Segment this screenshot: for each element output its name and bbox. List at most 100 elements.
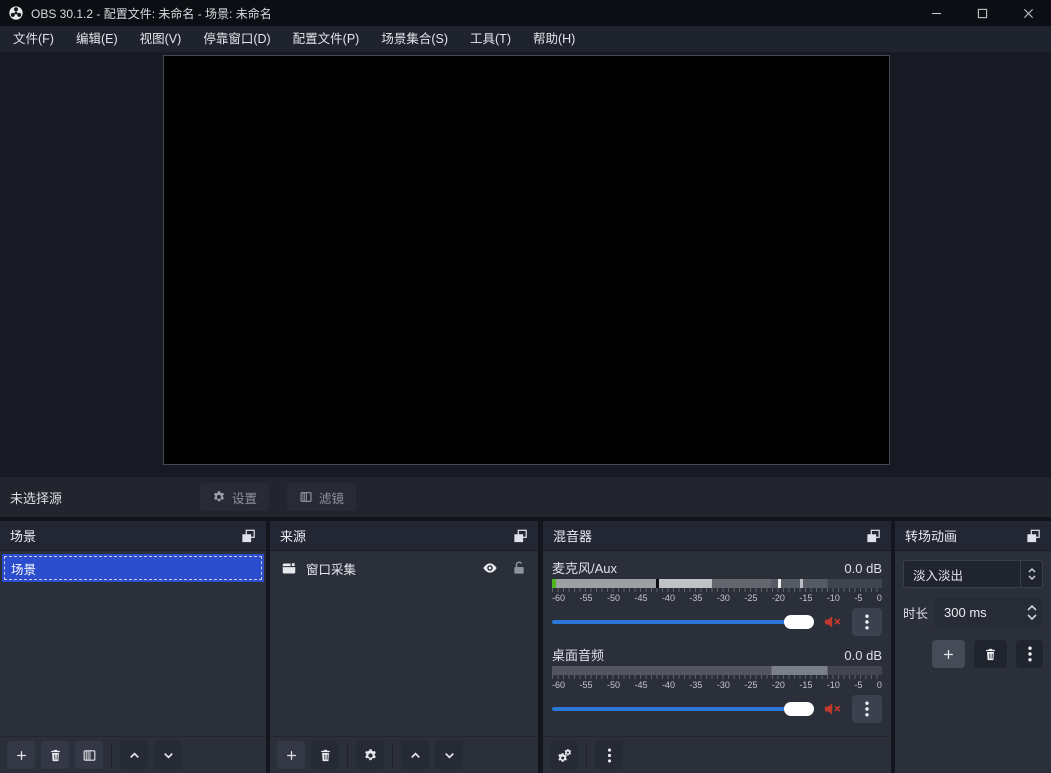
source-item[interactable]: 窗口采集 bbox=[270, 552, 538, 584]
remove-source-button[interactable] bbox=[311, 741, 339, 769]
close-button[interactable] bbox=[1005, 0, 1051, 26]
menu-item-profile[interactable]: 配置文件(P) bbox=[282, 26, 371, 52]
source-move-down-button[interactable] bbox=[435, 741, 463, 769]
volume-slider[interactable] bbox=[552, 615, 814, 629]
toolbar-separator bbox=[111, 743, 112, 767]
channel-name: 麦克风/Aux bbox=[552, 558, 617, 577]
scene-item[interactable]: 场景 bbox=[2, 554, 264, 582]
meter-scale: -60 -55 -50 -45 -40 -35 -30 -25 -20 -15 … bbox=[552, 680, 882, 691]
tick-label: -25 bbox=[744, 593, 757, 604]
duration-value: 300 ms bbox=[944, 605, 987, 620]
chevron-down-icon bbox=[161, 748, 176, 763]
tick-label: -15 bbox=[799, 680, 812, 691]
speaker-mute-icon[interactable] bbox=[823, 614, 843, 630]
scene-move-down-button[interactable] bbox=[154, 741, 182, 769]
transition-select[interactable]: 淡入淡出 bbox=[903, 560, 1043, 588]
popout-icon[interactable] bbox=[866, 529, 881, 543]
tick-label: -45 bbox=[634, 680, 647, 691]
channel-menu-button[interactable] bbox=[852, 608, 882, 636]
tick-label: -35 bbox=[689, 593, 702, 604]
menu-item-view[interactable]: 视图(V) bbox=[129, 26, 193, 52]
transitions-panel-header[interactable]: 转场动画 bbox=[895, 521, 1051, 551]
sources-panel: 来源 窗口采集 bbox=[270, 521, 538, 773]
scenes-panel-header[interactable]: 场景 bbox=[0, 521, 266, 551]
slider-handle[interactable] bbox=[784, 702, 814, 716]
slider-handle[interactable] bbox=[784, 615, 814, 629]
mixer-menu-button[interactable] bbox=[595, 741, 623, 769]
add-transition-button[interactable] bbox=[932, 640, 965, 668]
slider-track bbox=[552, 707, 814, 711]
kebab-icon bbox=[1027, 646, 1033, 662]
menubar: 文件(F) 编辑(E) 视图(V) 停靠窗口(D) 配置文件(P) 场景集合(S… bbox=[0, 26, 1051, 52]
spinner-up-icon[interactable] bbox=[1027, 605, 1037, 611]
preview-area bbox=[0, 52, 1051, 477]
minimize-button[interactable] bbox=[913, 0, 959, 26]
tick-label: -5 bbox=[854, 680, 862, 691]
scene-filters-button[interactable] bbox=[75, 741, 103, 769]
popout-icon[interactable] bbox=[241, 529, 256, 543]
meter-ticks bbox=[552, 675, 882, 679]
volume-meter bbox=[552, 666, 882, 675]
advanced-audio-button[interactable] bbox=[550, 741, 578, 769]
volume-slider[interactable] bbox=[552, 702, 814, 716]
duration-label: 时长 bbox=[903, 603, 928, 622]
transitions-toolbar-spacer bbox=[895, 736, 1051, 773]
tick-label: 0 bbox=[877, 680, 882, 691]
tick-label: -50 bbox=[607, 680, 620, 691]
sources-panel-header[interactable]: 来源 bbox=[270, 521, 538, 551]
remove-transition-button[interactable] bbox=[974, 640, 1007, 668]
popout-icon[interactable] bbox=[513, 529, 528, 543]
mixer-body: 麦克风/Aux 0.0 dB -60 -55 -50 -45 -40 bbox=[543, 552, 891, 736]
source-properties-button[interactable]: 设置 bbox=[200, 483, 269, 511]
tick-label: -45 bbox=[634, 593, 647, 604]
speaker-mute-icon[interactable] bbox=[823, 701, 843, 717]
gear-icon bbox=[212, 490, 226, 504]
tick-label: -35 bbox=[689, 680, 702, 691]
source-move-up-button[interactable] bbox=[401, 741, 429, 769]
source-properties-button[interactable] bbox=[356, 741, 384, 769]
spinner-down-icon[interactable] bbox=[1027, 614, 1037, 620]
tick-label: -10 bbox=[827, 680, 840, 691]
meter-scale: -60 -55 -50 -45 -40 -35 -30 -25 -20 -15 … bbox=[552, 593, 882, 604]
popout-icon[interactable] bbox=[1026, 529, 1041, 543]
sources-toolbar bbox=[270, 736, 538, 773]
duration-spinner[interactable]: 300 ms bbox=[935, 598, 1043, 627]
tick-label: -55 bbox=[579, 593, 592, 604]
no-source-selected-label: 未选择源 bbox=[0, 488, 200, 507]
preview-canvas[interactable] bbox=[163, 55, 890, 465]
lock-open-icon[interactable] bbox=[511, 560, 527, 576]
window-title: OBS 30.1.2 - 配置文件: 未命名 - 场景: 未命名 bbox=[31, 5, 272, 22]
visibility-eye-icon[interactable] bbox=[482, 560, 498, 576]
source-properties-label: 设置 bbox=[232, 488, 257, 507]
menu-item-scene-collection[interactable]: 场景集合(S) bbox=[370, 26, 459, 52]
mixer-panel-header[interactable]: 混音器 bbox=[543, 521, 891, 551]
meter-ticks bbox=[552, 588, 882, 592]
menu-item-tools[interactable]: 工具(T) bbox=[459, 26, 522, 52]
mixer-channel-mic: 麦克风/Aux 0.0 dB -60 -55 -50 -45 -40 bbox=[552, 558, 882, 636]
trash-icon bbox=[983, 647, 998, 662]
menu-item-help[interactable]: 帮助(H) bbox=[522, 26, 586, 52]
menu-item-edit[interactable]: 编辑(E) bbox=[65, 26, 129, 52]
meter-peak-marker bbox=[656, 579, 659, 588]
maximize-button[interactable] bbox=[959, 0, 1005, 26]
chevron-down-icon bbox=[442, 748, 457, 763]
obs-logo-icon bbox=[8, 5, 24, 21]
obs-window: OBS 30.1.2 - 配置文件: 未命名 - 场景: 未命名 文件(F) 编… bbox=[0, 0, 1051, 773]
tick-label: -20 bbox=[772, 593, 785, 604]
add-scene-button[interactable] bbox=[7, 741, 35, 769]
tick-label: -50 bbox=[607, 593, 620, 604]
add-source-button[interactable] bbox=[277, 741, 305, 769]
volume-meter bbox=[552, 579, 882, 588]
plus-icon bbox=[941, 647, 956, 662]
menu-item-file[interactable]: 文件(F) bbox=[2, 26, 65, 52]
source-list: 窗口采集 bbox=[270, 552, 538, 736]
channel-menu-button[interactable] bbox=[852, 695, 882, 723]
kebab-icon bbox=[860, 614, 874, 630]
source-filters-button[interactable]: 滤镜 bbox=[287, 483, 356, 511]
menu-item-docks[interactable]: 停靠窗口(D) bbox=[192, 26, 281, 52]
remove-scene-button[interactable] bbox=[41, 741, 69, 769]
scene-move-up-button[interactable] bbox=[120, 741, 148, 769]
kebab-icon bbox=[602, 748, 617, 763]
transition-menu-button[interactable] bbox=[1016, 640, 1043, 668]
titlebar: OBS 30.1.2 - 配置文件: 未命名 - 场景: 未命名 bbox=[0, 0, 1051, 26]
